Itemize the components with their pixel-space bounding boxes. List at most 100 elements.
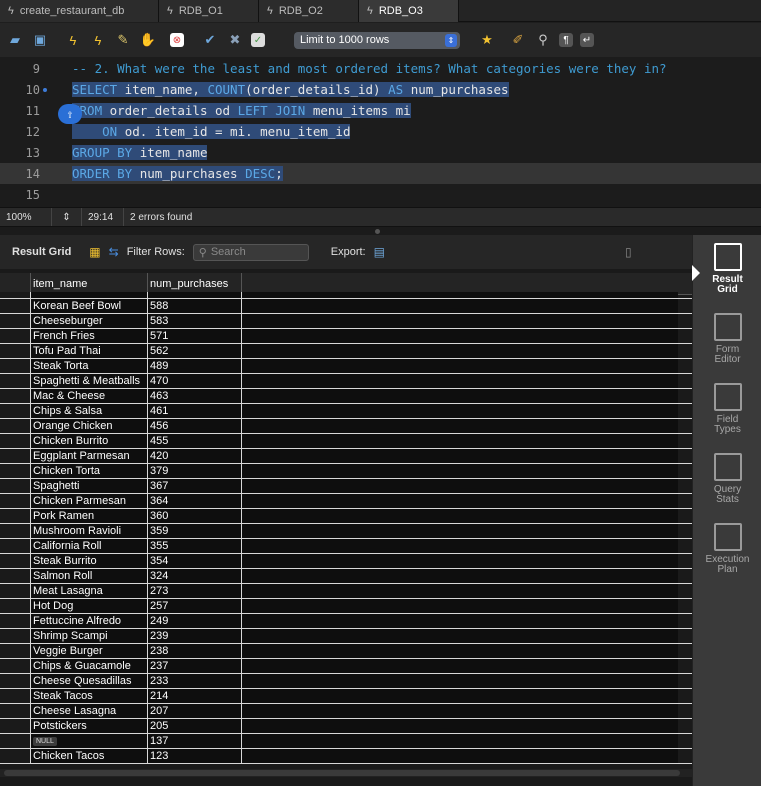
row-gutter[interactable]	[0, 314, 31, 328]
tab-create-restaurant-db[interactable]: ϟ create_restaurant_db	[0, 0, 159, 22]
table-row[interactable]: Chips & Guacamole 237	[0, 659, 692, 674]
row-gutter[interactable]	[0, 509, 31, 523]
cell-num-purchases[interactable]: 207	[148, 704, 242, 718]
cell-item-name[interactable]: Hot Dog	[31, 599, 148, 613]
table-row[interactable]: NULL 137	[0, 734, 692, 749]
row-gutter[interactable]	[0, 614, 31, 628]
cell-num-purchases[interactable]: 354	[148, 554, 242, 568]
cell-item-name[interactable]: Mac & Cheese	[31, 389, 148, 403]
cell-num-purchases[interactable]: 123	[148, 749, 242, 763]
cell-num-purchases[interactable]: 588	[148, 299, 242, 313]
row-gutter[interactable]	[0, 524, 31, 538]
cell-item-name[interactable]: Shrimp Scampi	[31, 629, 148, 643]
table-row[interactable]: Fettuccine Alfredo 249	[0, 614, 692, 629]
cell-item-name[interactable]: Chips & Salsa	[31, 404, 148, 418]
table-row[interactable]: Pork Ramen 360	[0, 509, 692, 524]
table-row[interactable]: Chicken Burrito 455	[0, 434, 692, 449]
cell-num-purchases[interactable]: 205	[148, 719, 242, 733]
row-gutter[interactable]	[0, 644, 31, 658]
table-row[interactable]: Shrimp Scampi 239	[0, 629, 692, 644]
sql-editor[interactable]: 9 -- 2. What were the least and most ord…	[0, 57, 761, 207]
beautify-icon[interactable]: ★	[478, 31, 496, 49]
cell-item-name[interactable]: Mushroom Ravioli	[31, 524, 148, 538]
row-gutter[interactable]	[0, 659, 31, 673]
table-row[interactable]: Meat Lasagna 273	[0, 584, 692, 599]
table-row[interactable]: Tofu Pad Thai 562	[0, 344, 692, 359]
export-icon[interactable]: ▤	[374, 245, 385, 259]
cell-num-purchases[interactable]: 364	[148, 494, 242, 508]
column-header-num-purchases[interactable]: num_purchases	[148, 273, 242, 294]
limit-rows-select[interactable]: Limit to 1000 rows ⇕	[294, 31, 460, 49]
row-gutter[interactable]	[0, 404, 31, 418]
panel-splitter[interactable]	[0, 227, 761, 235]
table-row[interactable]: California Roll 355	[0, 539, 692, 554]
table-row[interactable]: French Fries 571	[0, 329, 692, 344]
row-gutter[interactable]	[0, 494, 31, 508]
cell-num-purchases[interactable]: 214	[148, 689, 242, 703]
cell-num-purchases[interactable]: 324	[148, 569, 242, 583]
row-gutter[interactable]	[0, 449, 31, 463]
tab-rdb-o2[interactable]: ϟ RDB_O2	[259, 0, 359, 22]
row-gutter[interactable]	[0, 464, 31, 478]
cell-item-name[interactable]: California Roll	[31, 539, 148, 553]
cell-item-name[interactable]: Orange Chicken	[31, 419, 148, 433]
tab-rdb-o1[interactable]: ϟ RDB_O1	[159, 0, 259, 22]
cell-num-purchases[interactable]: 456	[148, 419, 242, 433]
save-icon[interactable]: ▣	[31, 31, 49, 49]
cell-num-purchases[interactable]: 379	[148, 464, 242, 478]
tab-rdb-o3[interactable]: ϟ RDB_O3	[359, 0, 459, 22]
table-row[interactable]: Orange Chicken 456	[0, 419, 692, 434]
invisible-chars-icon[interactable]: ¶	[559, 33, 573, 47]
row-gutter[interactable]	[0, 704, 31, 718]
cell-item-name[interactable]: Salmon Roll	[31, 569, 148, 583]
cell-item-name[interactable]: Cheese Quesadillas	[31, 674, 148, 688]
cell-item-name[interactable]: Fettuccine Alfredo	[31, 614, 148, 628]
execute-icon[interactable]: ϟ	[64, 31, 82, 49]
cell-item-name[interactable]: Cheese Lasagna	[31, 704, 148, 718]
table-row[interactable]: Salmon Roll 324	[0, 569, 692, 584]
cell-item-name[interactable]: Cheeseburger	[31, 314, 148, 328]
table-row[interactable]: Cheese Quesadillas 233	[0, 674, 692, 689]
toggle-panel-icon[interactable]: ▯	[625, 245, 632, 259]
table-row[interactable]: Chips & Salsa 461	[0, 404, 692, 419]
table-row[interactable]: Veggie Burger 238	[0, 644, 692, 659]
table-row[interactable]: Hot Dog 257	[0, 599, 692, 614]
grid-view-icon[interactable]: ▦	[89, 245, 100, 259]
row-gutter[interactable]	[0, 419, 31, 433]
cell-num-purchases[interactable]: 237	[148, 659, 242, 673]
cell-num-purchases[interactable]: 137	[148, 734, 242, 748]
stop-icon[interactable]: ✋	[139, 31, 157, 49]
table-row[interactable]: Eggplant Parmesan 420	[0, 449, 692, 464]
row-gutter[interactable]	[0, 389, 31, 403]
cell-item-name[interactable]: Chicken Parmesan	[31, 494, 148, 508]
cell-item-name[interactable]: Spaghetti	[31, 479, 148, 493]
cell-item-name[interactable]: Steak Burrito	[31, 554, 148, 568]
row-gutter[interactable]	[0, 344, 31, 358]
side-field-types[interactable]: Field Types	[693, 383, 761, 435]
cell-item-name[interactable]: NULL	[31, 734, 148, 748]
side-result-grid[interactable]: Result Grid	[693, 243, 761, 295]
row-gutter[interactable]	[0, 299, 31, 313]
cell-num-purchases[interactable]: 249	[148, 614, 242, 628]
refresh-icon[interactable]: ⇆	[109, 245, 119, 259]
cell-item-name[interactable]: Steak Torta	[31, 359, 148, 373]
cell-item-name[interactable]: Meat Lasagna	[31, 584, 148, 598]
context-help-icon[interactable]: ⇪	[58, 104, 82, 124]
result-grid[interactable]: item_name num_purchases Korean Beef Bowl…	[0, 269, 692, 786]
cell-num-purchases[interactable]: 367	[148, 479, 242, 493]
side-query-stats[interactable]: Query Stats	[693, 453, 761, 505]
table-row[interactable]: Steak Burrito 354	[0, 554, 692, 569]
table-row[interactable]: Mushroom Ravioli 359	[0, 524, 692, 539]
cell-num-purchases[interactable]: 355	[148, 539, 242, 553]
cell-num-purchases[interactable]: 359	[148, 524, 242, 538]
row-gutter[interactable]	[0, 674, 31, 688]
row-gutter[interactable]	[0, 569, 31, 583]
splitter-handle-icon[interactable]	[375, 229, 380, 234]
cell-item-name[interactable]: Korean Beef Bowl	[31, 299, 148, 313]
row-gutter[interactable]	[0, 629, 31, 643]
row-gutter[interactable]	[0, 374, 31, 388]
cell-item-name[interactable]: French Fries	[31, 329, 148, 343]
open-folder-icon[interactable]: ▰	[6, 31, 24, 49]
cell-num-purchases[interactable]: 257	[148, 599, 242, 613]
side-form-editor[interactable]: Form Editor	[693, 313, 761, 365]
